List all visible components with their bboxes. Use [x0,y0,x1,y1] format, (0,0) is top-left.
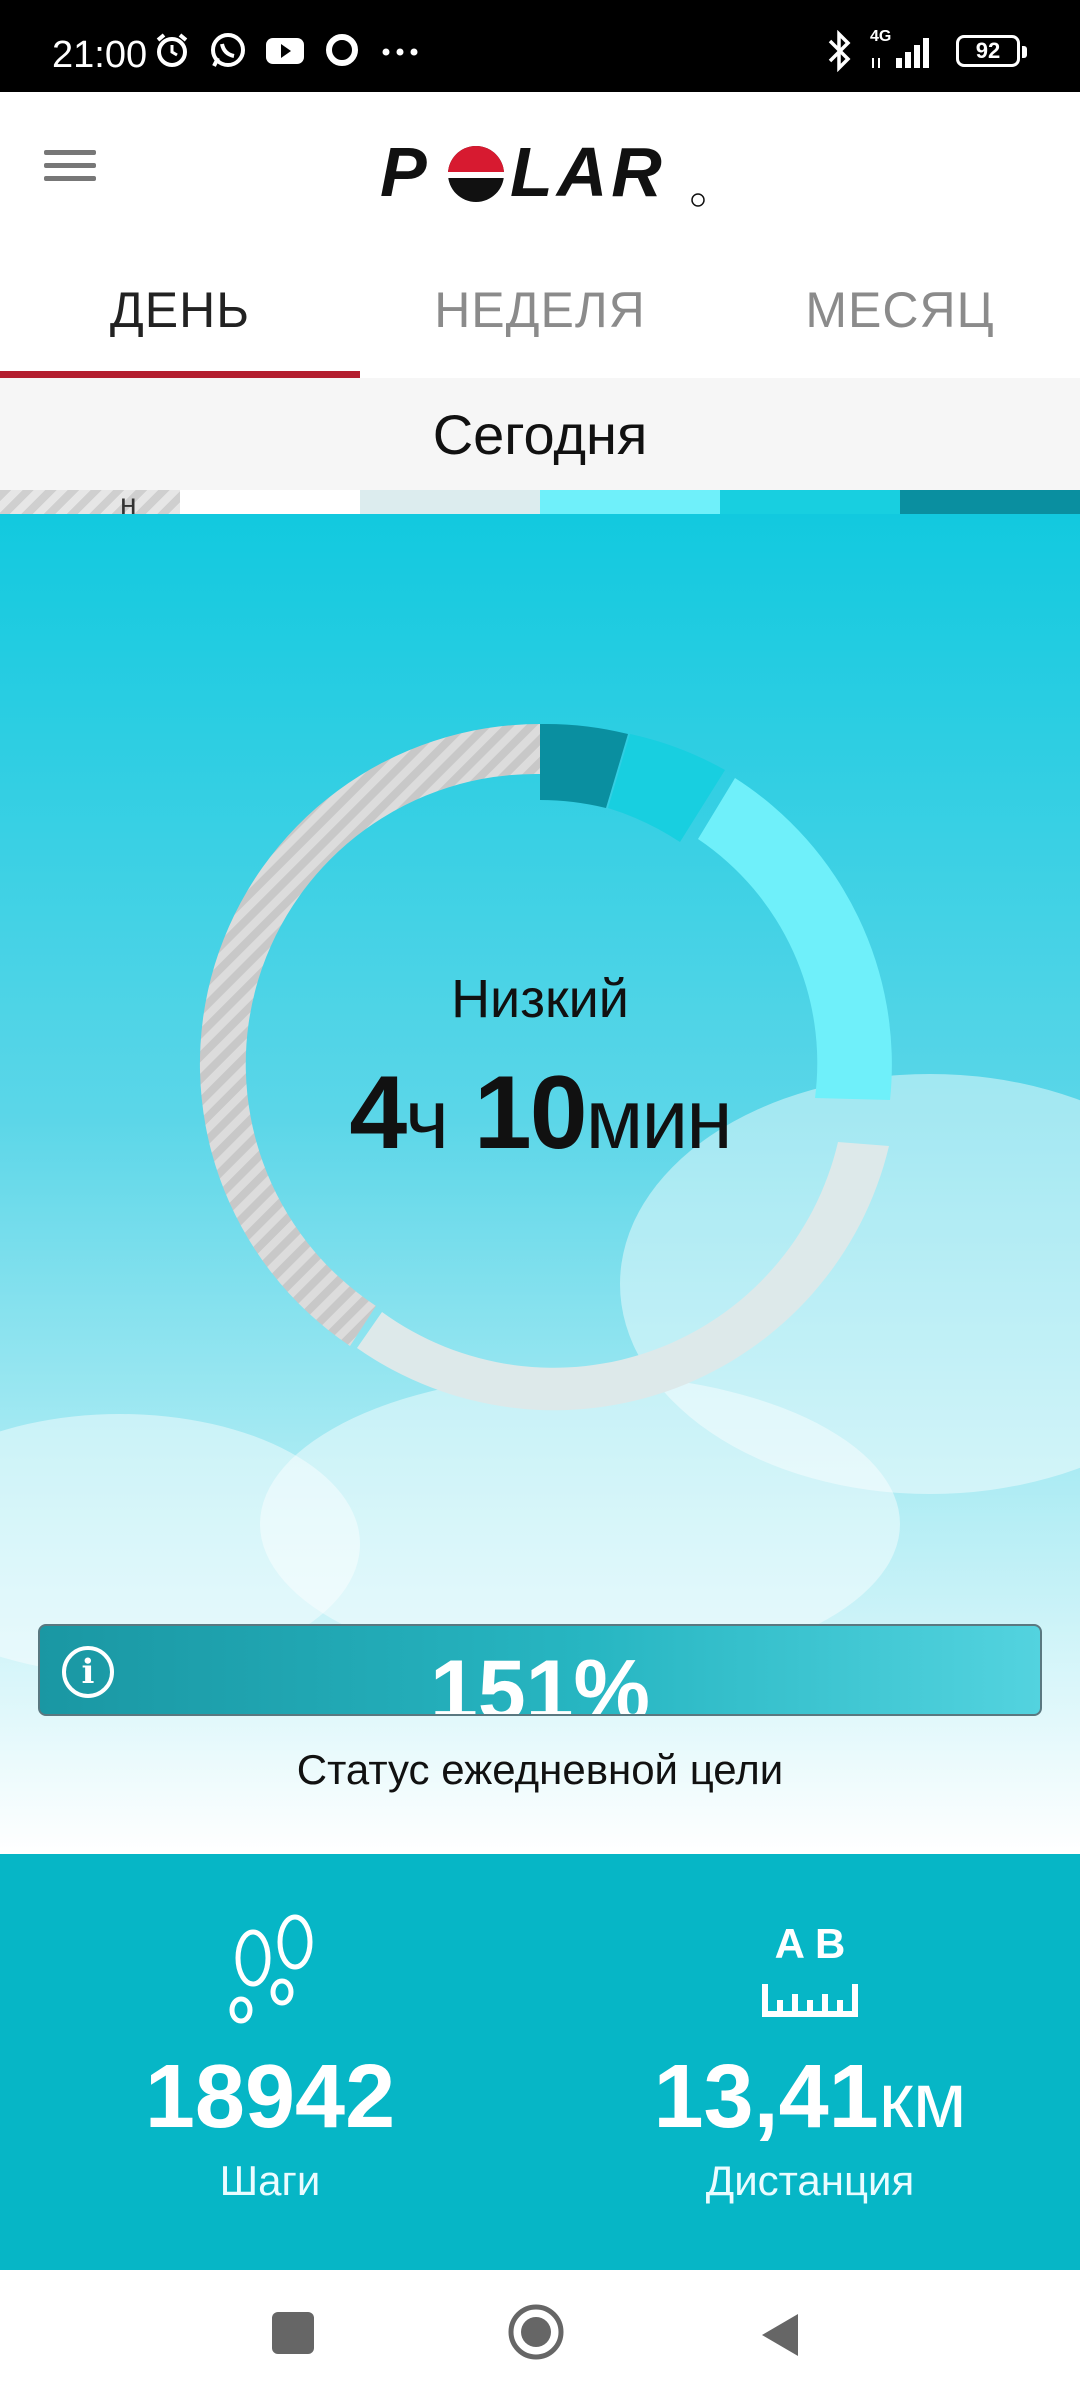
home-button[interactable] [506,2302,566,2367]
activity-minutes-unit: мин [585,1072,733,1166]
signal-indicator: 4G [870,28,940,72]
donut-segment-low [698,778,892,1100]
back-button[interactable] [756,2310,802,2365]
timeline-segment-sitting [360,490,540,514]
timeline-segment-medium [720,490,900,514]
distance-unit: км [878,2056,967,2144]
distance-stat[interactable]: A B 13,41км Дистанция [540,1914,1080,2205]
daily-goal-bar[interactable]: i 151% [38,1624,1042,1716]
more-notifications-icon [382,48,418,56]
donut-segment-rest [199,724,540,1346]
tab-month[interactable]: МЕСЯЦ [720,242,1080,378]
steps-value: 18942 [144,2047,396,2147]
battery-indicator: 92 [956,35,1027,67]
timeline-segment-high [900,490,1080,514]
steps-stat[interactable]: 18942 Шаги [0,1914,540,2205]
circle-app-icon [326,34,358,66]
distance-label: Дистанция [705,2157,915,2204]
signal-bars-icon [872,38,929,68]
status-system-icons: 4G 92 [824,28,1027,72]
timeline-segment-rest [0,490,180,514]
daily-goal-percent: 151% [430,1643,650,1716]
polar-logo: P LAR [380,136,705,211]
activity-level-label: Низкий [451,969,629,1029]
tab-day[interactable]: ДЕНЬ [0,242,360,378]
distance-ruler-icon: A B [762,1920,858,2017]
period-tabs: ДЕНЬ НЕДЕЛЯ МЕСЯЦ [0,242,1080,378]
tab-week[interactable]: НЕДЕЛЯ [360,242,720,378]
home-circle-icon [508,2304,564,2360]
status-time: 21:00 [52,34,148,76]
daily-goal-caption: Статус ежедневной цели [296,1746,784,1793]
app-header: P LAR [0,92,1080,242]
back-triangle-icon [762,2314,798,2356]
activity-duration: 4ч 10мин [0,1054,1080,1173]
status-bar: 21:00 4G 92 [0,0,1080,92]
donut-segment-sitting [357,1142,889,1411]
footsteps-icon [229,1914,313,2024]
date-selector[interactable]: Сегодня [0,378,1080,490]
svg-text:LAR: LAR [510,136,666,211]
activity-panel: Низкий 4ч 10мин i 151% Статус ежедневной… [0,514,1080,1854]
status-notification-icons [152,30,422,70]
alarm-icon [156,33,188,67]
whatsapp-icon [211,33,245,67]
square-icon [272,2312,314,2354]
svg-text:P: P [380,136,431,211]
hamburger-menu-button[interactable] [44,142,110,194]
distance-number: 13,41 [653,2047,879,2147]
activity-minutes: 10 [473,1055,588,1171]
stats-panel: 18942 Шаги A B 13,41км Дистанция [0,1854,1080,2270]
steps-label: Шаги [219,2157,321,2204]
activity-timeline[interactable] [0,490,1080,514]
youtube-icon [266,38,304,64]
timeline-segment-white [180,490,360,514]
recents-button[interactable] [270,2310,316,2361]
system-nav-bar [0,2270,1080,2400]
bluetooth-icon [828,30,851,72]
distance-value: 13,41км [540,2046,1080,2149]
distance-icon-letters: A B [775,1920,846,1967]
timeline-segment-low [540,490,720,514]
activity-hours-unit: ч [405,1072,449,1166]
activity-hours: 4 [349,1055,407,1171]
